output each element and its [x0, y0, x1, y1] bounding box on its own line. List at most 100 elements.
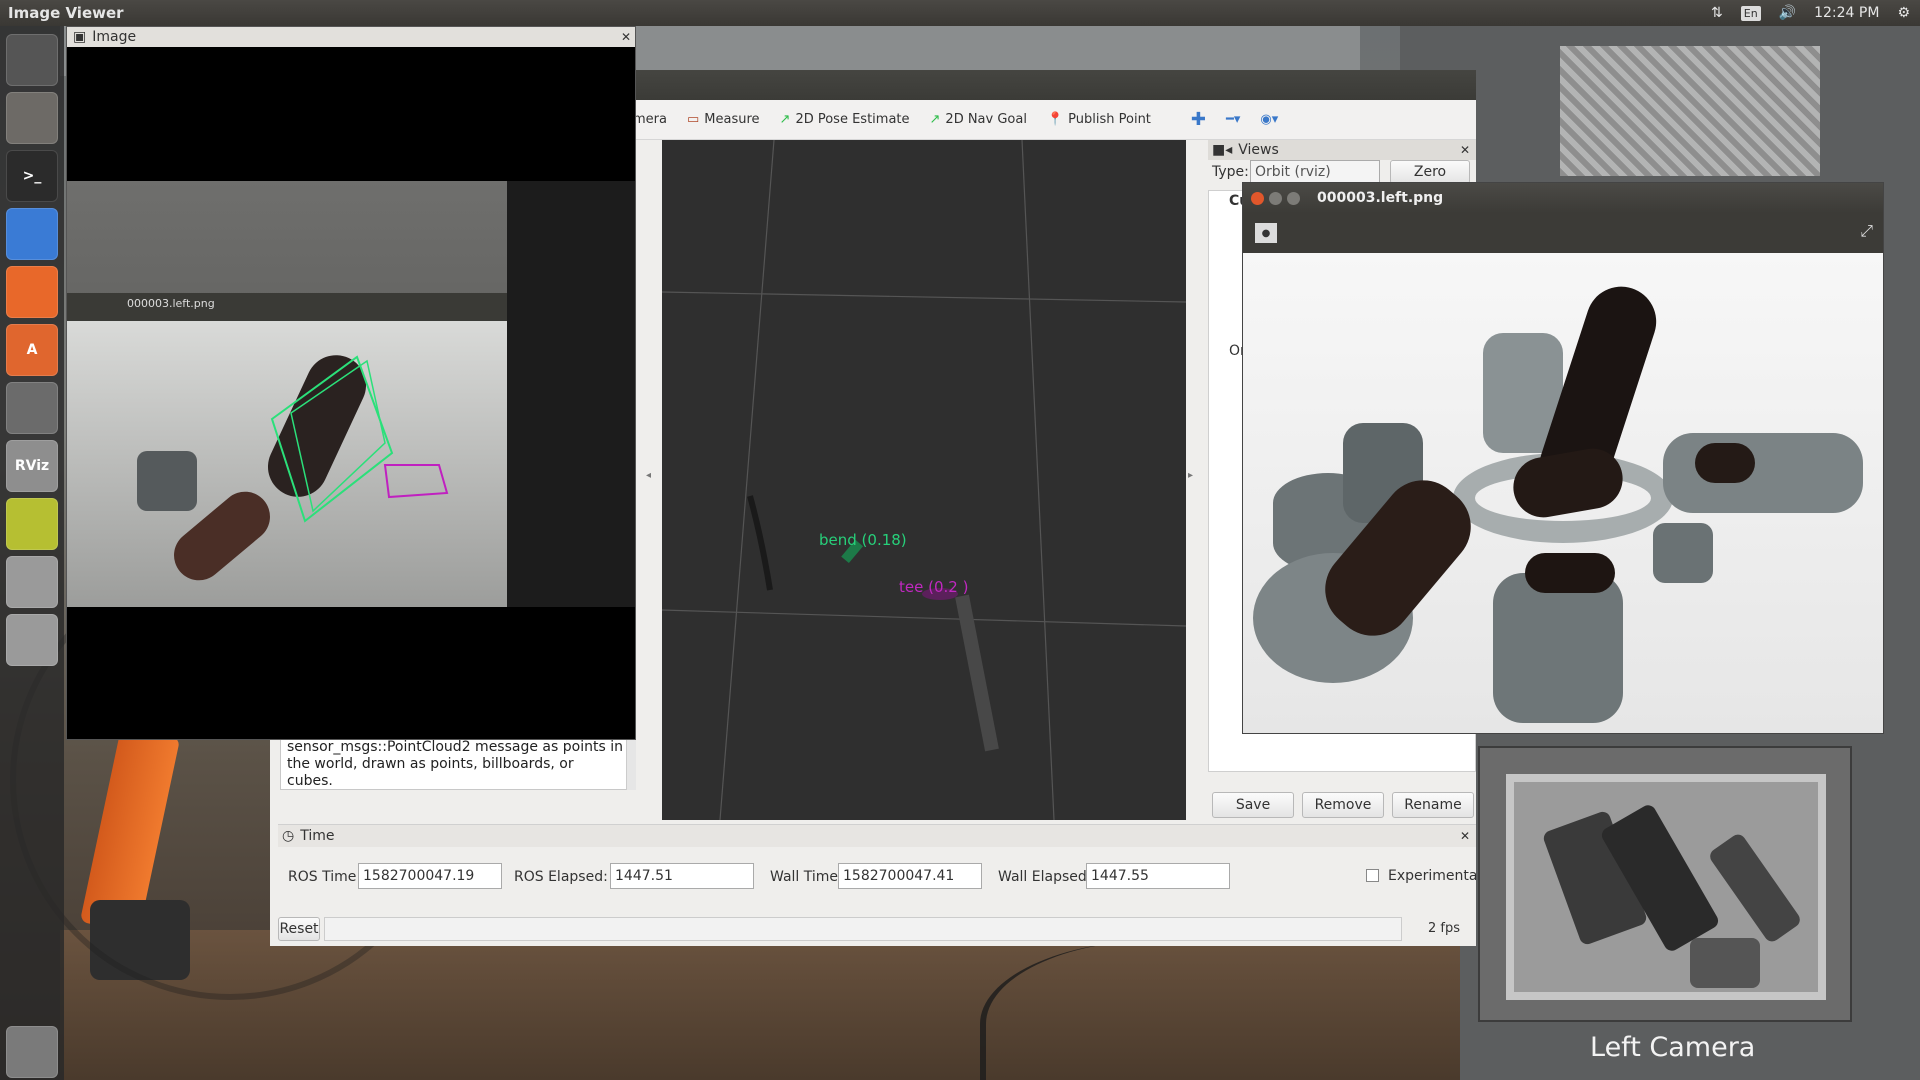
monitor-frame-right — [507, 181, 635, 607]
pipe-fitting — [1493, 573, 1623, 723]
wall-elapsed-field[interactable]: 1447.55 — [1086, 863, 1230, 889]
tool-4[interactable]: 📍 Publish Point — [1047, 112, 1151, 127]
viewport-grid — [662, 140, 1186, 820]
background-poster — [1560, 46, 1820, 176]
eye-icon[interactable]: ◉▾ — [1260, 112, 1278, 127]
tee-object — [1525, 553, 1615, 593]
3d-viewport[interactable]: bend (0.18) tee (0.2 ) — [662, 140, 1186, 820]
clock[interactable]: 12:24 PM — [1814, 5, 1879, 21]
time-panel: ◷ Time ✕ ROS Time: 1582700047.19 ROS Ela… — [278, 824, 1476, 946]
tool-2[interactable]: ↗ 2D Pose Estimate — [780, 112, 910, 127]
maximize-window-icon[interactable] — [1287, 191, 1300, 205]
minimize-window-icon[interactable] — [1269, 191, 1282, 205]
trash-icon[interactable] — [6, 1026, 58, 1078]
window-icon: ▣ — [73, 29, 87, 45]
add-tool-icon[interactable]: ✚ — [1191, 109, 1206, 130]
tee-label: tee (0.2 ) — [899, 578, 969, 596]
fps-label: 2 fps — [1428, 921, 1461, 936]
software-center-icon[interactable]: A — [6, 324, 58, 376]
displays-scrollbar[interactable] — [626, 732, 636, 790]
image-window-titlebar: ▣ Image ✕ — [67, 27, 635, 47]
remove-view-button[interactable]: Remove — [1302, 792, 1384, 818]
experimental-label: Experimental — [1388, 868, 1476, 884]
zero-button[interactable]: Zero — [1390, 160, 1470, 184]
wall-time-label: Wall Time: — [770, 869, 843, 885]
close-icon[interactable]: ✕ — [1460, 829, 1470, 843]
view-type-select[interactable]: Orbit (rviz) — [1250, 160, 1380, 184]
keyboard-layout[interactable]: En — [1740, 5, 1761, 21]
camera-label: Left Camera — [1590, 1032, 1756, 1063]
terminal-icon[interactable]: >_ — [6, 150, 58, 202]
viewport-right-handle[interactable]: ▸ — [1188, 470, 1193, 481]
tool-label: Measure — [704, 112, 760, 127]
save-view-button[interactable]: Save — [1212, 792, 1294, 818]
pipe-fitting — [1663, 433, 1863, 513]
firefox-icon[interactable] — [6, 266, 58, 318]
drive-icon[interactable] — [6, 614, 58, 666]
image-menu-icon[interactable]: ● — [1255, 223, 1277, 243]
close-icon[interactable]: ✕ — [1460, 143, 1470, 157]
ros-elapsed-label: ROS Elapsed: — [514, 869, 608, 885]
tee-object — [1695, 443, 1755, 483]
clock-icon: ◷ — [282, 828, 295, 844]
nav-arrow-icon: ↗ — [929, 112, 941, 127]
pose-arrow-icon: ↗ — [779, 112, 791, 127]
description-line-2: the world, drawn as points, billboards, … — [287, 756, 574, 789]
left-png-title: 000003.left.png — [1317, 190, 1444, 206]
time-title: Time — [300, 828, 335, 844]
displays-description-text: sensor_msgs::PointCloud2 message as poin… — [280, 732, 630, 790]
left-png-toolbar: ● ⤢ — [1243, 213, 1883, 253]
time-header: ◷ Time ✕ — [278, 825, 1476, 847]
files-icon[interactable] — [6, 92, 58, 144]
tool-label: mera — [633, 112, 667, 127]
views-title: Views — [1238, 142, 1279, 158]
image-viewer-icon[interactable] — [6, 498, 58, 550]
camera-icon: ■◂ — [1212, 142, 1233, 158]
rviz-icon[interactable]: RViz — [6, 440, 58, 492]
app-title: Image Viewer — [8, 4, 124, 22]
tool-3[interactable]: ↗ 2D Nav Goal — [930, 112, 1027, 127]
image-content: 000003.left.png — [67, 181, 635, 607]
ruler-icon: ▭ — [686, 112, 700, 127]
views-buttons: Save Remove Rename — [1212, 792, 1476, 818]
image-window: ▣ Image ✕ 000003.left.png — [66, 26, 636, 740]
pipe-fitting — [1653, 523, 1713, 583]
bend-label: bend (0.18) — [819, 531, 907, 549]
close-icon[interactable]: ✕ — [621, 30, 631, 44]
image-window-title: Image — [92, 29, 137, 45]
left-png-image — [1243, 253, 1883, 733]
ubuntu-icon[interactable] — [6, 34, 58, 86]
left-camera-view — [1478, 746, 1852, 1022]
volume-icon[interactable]: 🔊 — [1779, 5, 1796, 21]
settings-icon[interactable] — [6, 382, 58, 434]
chrome-icon[interactable] — [6, 208, 58, 260]
rename-view-button[interactable]: Rename — [1392, 792, 1474, 818]
drive-icon[interactable] — [6, 556, 58, 608]
remove-tool-icon[interactable]: ━▾ — [1226, 112, 1240, 127]
viewport-left-handle[interactable]: ◂ — [646, 470, 651, 481]
camera-object — [1690, 938, 1760, 988]
gear-icon[interactable]: ⚙ — [1897, 5, 1910, 21]
network-icon[interactable]: ⇅ — [1711, 5, 1723, 21]
top-panel: Image Viewer ⇅ En 🔊 12:24 PM ⚙ — [0, 0, 1920, 26]
wall-time-field[interactable]: 1582700047.41 — [838, 863, 982, 889]
ros-elapsed-field[interactable]: 1447.51 — [610, 863, 754, 889]
status-bar — [324, 917, 1402, 941]
ros-time-field[interactable]: 1582700047.19 — [358, 863, 502, 889]
wall-elapsed-label: Wall Elapsed: — [998, 869, 1092, 885]
reset-button[interactable]: Reset — [278, 917, 320, 941]
views-header: ■◂ Views ✕ — [1208, 140, 1476, 160]
launcher: >_ A RViz — [0, 26, 64, 1080]
tool-label: Publish Point — [1068, 112, 1151, 127]
type-label: Type: — [1212, 164, 1249, 180]
tool-label: 2D Pose Estimate — [795, 112, 910, 127]
map-pin-icon: 📍 — [1046, 112, 1064, 127]
left-png-window: 000003.left.png ● ⤢ — [1242, 182, 1884, 734]
fullscreen-icon[interactable]: ⤢ — [1860, 221, 1873, 241]
experimental-checkbox[interactable] — [1366, 869, 1379, 882]
ros-time-label: ROS Time: — [288, 869, 362, 885]
close-window-icon[interactable] — [1251, 191, 1264, 205]
tool-label: 2D Nav Goal — [945, 112, 1027, 127]
description-line-1: sensor_msgs::PointCloud2 message as poin… — [287, 739, 623, 755]
tool-1[interactable]: ▭ Measure — [687, 112, 760, 127]
